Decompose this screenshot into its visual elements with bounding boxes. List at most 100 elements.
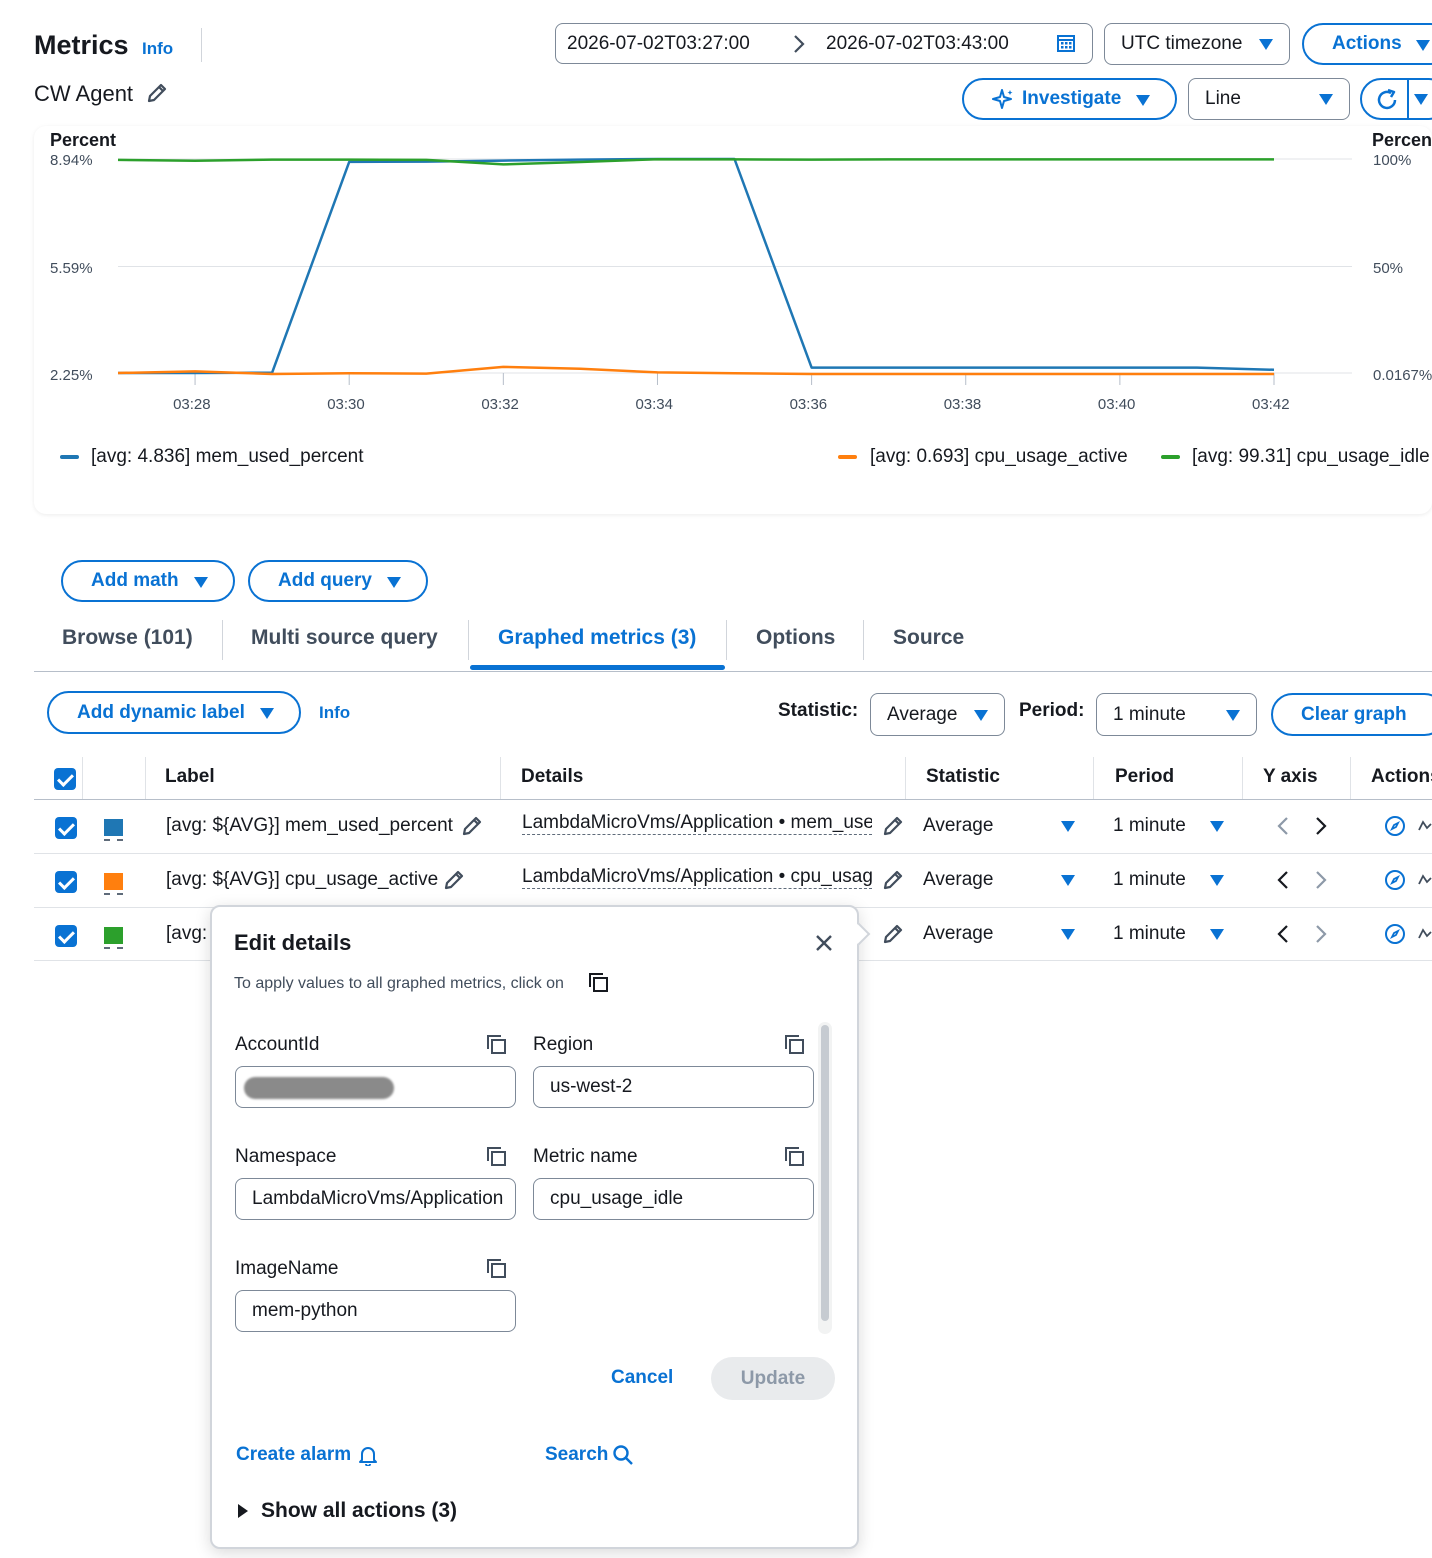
row-period[interactable]: 1 minute: [1113, 869, 1186, 891]
dynamic-label-info-link[interactable]: Info: [319, 703, 350, 723]
legend-item-mem-used-percent[interactable]: [avg: 4.836] mem_used_percent: [91, 446, 364, 468]
period-caret-icon[interactable]: [1210, 929, 1224, 940]
add-math-button[interactable]: Add math: [61, 560, 235, 602]
statistic-select-value: Average: [887, 703, 958, 725]
copy-namespace-icon[interactable]: [486, 1146, 508, 1168]
compass-icon[interactable]: [1384, 869, 1406, 891]
x-tick-label: 03:42: [1252, 396, 1290, 413]
period-caret-icon[interactable]: [1210, 821, 1224, 832]
column-header-details[interactable]: Details: [521, 766, 583, 788]
show-all-actions-toggle[interactable]: Show all actions (3): [261, 1499, 457, 1523]
column-header-label[interactable]: Label: [165, 766, 215, 788]
tab-divider: [222, 620, 223, 660]
add-query-button[interactable]: Add query: [248, 560, 428, 602]
statistic-select[interactable]: Average: [870, 693, 1005, 736]
add-math-label: Add math: [91, 570, 179, 591]
row-color-swatch[interactable]: [104, 927, 123, 944]
namespace-value: LambdaMicroVms/Application: [252, 1188, 504, 1209]
row-period[interactable]: 1 minute: [1113, 923, 1186, 945]
row-statistic[interactable]: Average: [923, 869, 993, 891]
y-axis-left-icon[interactable]: [1276, 870, 1290, 890]
copy-region-icon[interactable]: [784, 1034, 806, 1056]
add-dynamic-label-button[interactable]: Add dynamic label: [47, 691, 301, 734]
bell-icon[interactable]: [357, 1444, 379, 1466]
row-details[interactable]: LambdaMicroVms/Application • cpu_usage_a…: [522, 866, 872, 889]
statistic-caret-icon[interactable]: [1061, 875, 1075, 886]
copy-metric-name-icon[interactable]: [784, 1146, 806, 1168]
row-label: [avg: ${AVG}] cpu_usage_active: [166, 869, 439, 890]
tab-options[interactable]: Options: [756, 626, 835, 650]
sparkline-icon[interactable]: [1418, 926, 1432, 942]
tab-graphed-metrics[interactable]: Graphed metrics (3): [498, 626, 696, 650]
edit-label-icon[interactable]: [461, 815, 483, 837]
series-line[interactable]: [117, 157, 1274, 166]
update-button[interactable]: Update: [711, 1357, 835, 1400]
tab-source[interactable]: Source: [893, 626, 964, 650]
metric-name-input[interactable]: cpu_usage_idle: [533, 1178, 814, 1220]
copy-icon: [589, 973, 608, 992]
swatch-underline: [104, 947, 123, 949]
y-axis-left-icon[interactable]: [1276, 924, 1290, 944]
caret-right-icon[interactable]: [237, 1503, 249, 1519]
row-period[interactable]: 1 minute: [1113, 815, 1186, 837]
row-checkbox[interactable]: [55, 817, 77, 839]
row-checkbox[interactable]: [55, 925, 77, 947]
legend-item-cpu-usage-active[interactable]: [avg: 0.693] cpu_usage_active: [870, 446, 1128, 468]
line-chart: [117, 157, 1352, 385]
legend-item-cpu-usage-idle[interactable]: [avg: 99.31] cpu_usage_idle: [1192, 446, 1430, 468]
search-icon[interactable]: [612, 1444, 634, 1466]
region-input[interactable]: us-west-2: [533, 1066, 814, 1108]
column-divider: [1093, 757, 1094, 799]
copy-account-id-icon[interactable]: [486, 1034, 508, 1056]
close-icon[interactable]: [814, 933, 834, 953]
select-all-checkbox[interactable]: [54, 768, 76, 790]
x-tick-label: 03:32: [481, 396, 519, 413]
account-id-input[interactable]: [235, 1066, 516, 1108]
column-header-statistic[interactable]: Statistic: [926, 766, 1000, 788]
row-details[interactable]: LambdaMicroVms/Application • mem_used_pe…: [522, 812, 872, 835]
statistic-caret-icon[interactable]: [1061, 821, 1075, 832]
namespace-label: Namespace: [235, 1146, 337, 1167]
edit-label-icon[interactable]: [443, 869, 465, 891]
compass-icon[interactable]: [1384, 923, 1406, 945]
clear-graph-button[interactable]: Clear graph: [1271, 693, 1432, 736]
image-name-input[interactable]: mem-python: [235, 1290, 516, 1332]
column-header-period[interactable]: Period: [1115, 766, 1174, 788]
period-select[interactable]: 1 minute: [1096, 693, 1257, 736]
y-axis-right-icon[interactable]: [1314, 924, 1328, 944]
column-divider: [905, 757, 906, 799]
row-color-swatch[interactable]: [104, 873, 123, 890]
y-axis-right-icon[interactable]: [1314, 870, 1328, 890]
active-tab-indicator: [470, 665, 725, 670]
clear-graph-label: Clear graph: [1301, 703, 1407, 725]
edit-details-icon[interactable]: [882, 869, 904, 891]
popover-title: Edit details: [234, 930, 352, 955]
compass-icon[interactable]: [1384, 815, 1406, 837]
tab-multi-source-query[interactable]: Multi source query: [251, 626, 438, 650]
sparkline-icon[interactable]: [1418, 818, 1432, 834]
row-label: [avg:: [166, 923, 208, 944]
period-caret-icon[interactable]: [1210, 875, 1224, 886]
cancel-button[interactable]: Cancel: [611, 1367, 673, 1389]
sparkline-icon[interactable]: [1418, 872, 1432, 888]
statistic-caret-icon[interactable]: [1061, 929, 1075, 940]
y-axis-right-icon[interactable]: [1314, 816, 1328, 836]
tab-divider: [863, 620, 864, 660]
search-link[interactable]: Search: [545, 1444, 608, 1466]
row-statistic[interactable]: Average: [923, 815, 993, 837]
row-color-swatch[interactable]: [104, 819, 123, 836]
tab-browse[interactable]: Browse (101): [62, 626, 193, 650]
scrollbar-thumb[interactable]: [821, 1025, 829, 1321]
column-header-y-axis[interactable]: Y axis: [1263, 766, 1318, 788]
caret-down-icon: [974, 709, 988, 721]
create-alarm-link[interactable]: Create alarm: [236, 1444, 351, 1466]
column-header-actions[interactable]: Actions: [1371, 766, 1432, 788]
y-axis-left-icon[interactable]: [1276, 816, 1290, 836]
column-divider: [500, 757, 501, 799]
namespace-input[interactable]: LambdaMicroVms/Application: [235, 1178, 516, 1220]
edit-details-icon[interactable]: [882, 923, 904, 945]
edit-details-icon[interactable]: [882, 815, 904, 837]
copy-image-name-icon[interactable]: [486, 1258, 508, 1280]
row-statistic[interactable]: Average: [923, 923, 993, 945]
row-checkbox[interactable]: [55, 871, 77, 893]
